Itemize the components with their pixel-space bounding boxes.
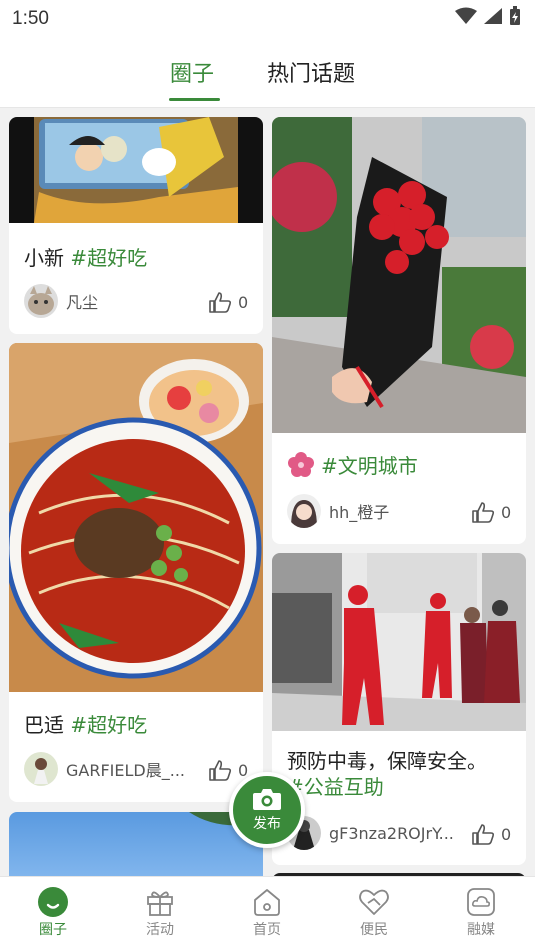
nav-label: 活动 [146,922,174,938]
card-title-text: 巴适 [24,713,64,737]
author-name: gF3nza2ROJrY... [329,823,454,843]
nav-item-media[interactable]: 融媒 [441,885,521,939]
card-author[interactable]: hh_橙子 [287,494,389,528]
home-icon [254,889,280,916]
nav-label: 圈子 [39,922,67,938]
active-tab-indicator [169,98,220,101]
like-count: 0 [501,502,512,522]
cloud-box-icon [467,888,495,916]
feed-card[interactable]: 预防中毒，保障安全。 #公益互助 gF3nza2ROJrY... 0 [272,553,526,865]
nav-item-circle[interactable]: 圈子 [13,885,93,939]
nav-label: 便民 [360,922,388,938]
top-tab-bar: 圈子 热门话题 [0,38,535,108]
card-title: 小新 #超好吃 [24,242,147,271]
avatar [24,752,58,786]
author-name: hh_橙子 [329,503,390,522]
nav-item-service[interactable]: 便民 [334,885,414,939]
status-bar: 1:50 [0,0,535,38]
feed-card[interactable]: #文明城市 hh_橙子 0 [272,117,526,544]
nav-item-home[interactable]: 首页 [227,885,307,939]
wifi-icon [455,7,477,24]
card-image [9,117,263,223]
publish-label: 发布 [253,816,281,832]
status-time: 1:50 [12,8,49,29]
card-author[interactable]: gF3nza2ROJrY... [287,816,454,850]
card-image [272,553,526,731]
gift-icon [147,891,173,916]
signal-icon [484,8,502,24]
like-count: 0 [238,292,249,312]
topic-tag[interactable]: #超好吃 [70,246,147,270]
avatar [24,284,58,318]
card-title: 巴适 #超好吃 [24,709,147,738]
feed-card[interactable]: 巴适 #超好吃 GARFIELD晨_... 0 [9,343,263,802]
topic-tag[interactable]: #超好吃 [70,713,147,737]
avatar [287,494,321,528]
flower-icon [288,451,314,477]
status-icons [455,6,521,26]
nav-label: 首页 [253,922,281,938]
like-button[interactable]: 0 [208,759,248,781]
feed-card[interactable]: 小新 #超好吃 凡尘 0 [9,117,263,334]
like-button[interactable]: 0 [208,291,248,313]
card-author[interactable]: GARFIELD晨_... [24,752,185,786]
thumb-up-icon [472,824,495,845]
author-name: GARFIELD晨_... [66,761,185,780]
thumb-up-icon [209,292,232,313]
nav-label: 融媒 [467,922,495,938]
topic-tag[interactable]: #文明城市 [321,450,418,479]
like-button[interactable]: 0 [471,823,511,845]
nav-item-activity[interactable]: 活动 [120,885,200,939]
camera-icon [253,789,281,810]
publish-button[interactable]: 发布 [229,772,305,848]
battery-icon [510,6,520,25]
card-title: 预防中毒，保障安全。 #公益互助 [287,748,517,800]
author-name: 凡尘 [66,293,99,312]
card-title: #文明城市 [287,450,418,479]
tab-hot-topics[interactable]: 热门话题 [267,56,355,88]
card-image [272,117,526,433]
card-title-text: 小新 [24,246,64,270]
thumb-up-icon [472,502,495,523]
heart-hands-icon [359,889,389,915]
card-title-text: 预防中毒，保障安全。 [287,749,487,773]
card-image [9,343,263,692]
bottom-nav: 圈子 活动 首页 便民 融媒 [0,876,535,951]
tab-circle[interactable]: 圈子 [170,56,214,88]
like-button[interactable]: 0 [471,501,511,523]
thumb-up-icon [209,760,232,781]
like-count: 0 [501,824,512,844]
circle-smile-icon [38,887,68,917]
card-author[interactable]: 凡尘 [24,284,98,318]
